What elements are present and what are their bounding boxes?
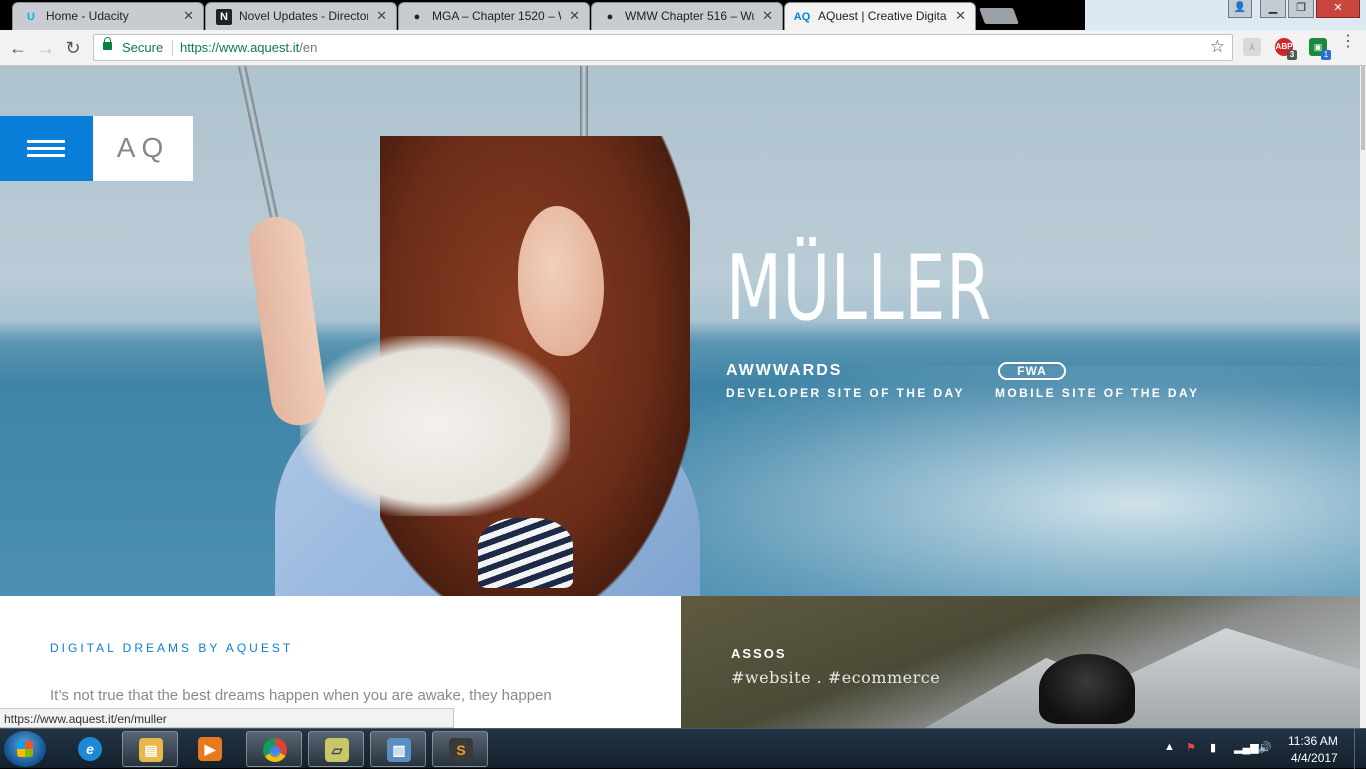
- tab-close-icon[interactable]: ✕: [955, 8, 966, 24]
- intro-text: It’s not true that the best dreams happe…: [50, 687, 552, 704]
- tab-udacity[interactable]: U Home - Udacity ✕: [12, 2, 204, 30]
- network-signal-icon[interactable]: ▂▄▆: [1234, 741, 1259, 754]
- taskbar-computer[interactable]: ▥: [370, 731, 426, 767]
- aquest-logo[interactable]: AQ: [93, 116, 193, 181]
- windows-logo-icon: [17, 741, 33, 757]
- lock-icon: [103, 37, 112, 50]
- web-page: MÜLLER AWWWARDS DEVELOPER SITE OF THE DA…: [0, 66, 1366, 728]
- tab-wmw-chapter[interactable]: ● WMW Chapter 516 – Wu ✕: [591, 2, 783, 30]
- taskbar-sticky-notes[interactable]: ▱: [308, 731, 364, 767]
- fwa-logo: FWA: [998, 362, 1066, 380]
- action-center-icon[interactable]: ⚑: [1186, 741, 1196, 754]
- taskbar-internet-explorer[interactable]: e: [62, 731, 118, 767]
- media-player-icon: ▶: [198, 737, 222, 761]
- adblock-plus-icon[interactable]: ABP 3: [1275, 38, 1297, 60]
- status-bar-url: https://www.aquest.it/en/muller: [0, 708, 454, 728]
- udacity-favicon-icon: U: [27, 11, 35, 23]
- internet-explorer-icon: e: [78, 737, 102, 761]
- scarf-image: [300, 336, 570, 516]
- taskbar-media-player[interactable]: ▶: [182, 731, 238, 767]
- arm-image: [245, 213, 330, 429]
- hamburger-line: [27, 140, 65, 143]
- taskbar-chrome[interactable]: ◉: [246, 731, 302, 767]
- tab-close-icon[interactable]: ✕: [376, 8, 387, 24]
- secure-label: Secure: [122, 40, 164, 55]
- address-bar[interactable]: Secure https://www.aquest.it/en ☆: [93, 34, 1233, 61]
- show-hidden-icons-icon[interactable]: ▲: [1164, 741, 1175, 753]
- mountain-image: [911, 628, 1360, 728]
- bookmark-star-icon[interactable]: ☆: [1210, 37, 1225, 57]
- aquest-favicon-icon: AQ: [793, 11, 811, 23]
- green-extension-badge: 1: [1321, 50, 1331, 60]
- tab-title: WMW Chapter 516 – Wu: [625, 9, 754, 23]
- show-desktop-button[interactable]: [1354, 729, 1366, 769]
- window-controls: ▁ ❐ ✕: [1258, 0, 1360, 20]
- awwwards-logo: AWWWARDS: [726, 362, 843, 379]
- hamburger-menu-button[interactable]: [0, 116, 93, 181]
- chrome-menu-icon[interactable]: ⋮: [1340, 34, 1356, 50]
- scrollbar-thumb[interactable]: [1361, 66, 1365, 150]
- taskbar-sublime-text[interactable]: S: [432, 731, 488, 767]
- tab-close-icon[interactable]: ✕: [569, 8, 580, 24]
- clock-date[interactable]: 4/4/2017: [1291, 751, 1338, 765]
- project-name: ASSOS: [731, 646, 787, 661]
- url-host: https://www.aquest.it: [180, 40, 300, 55]
- pdf-extension-icon[interactable]: ⅄: [1243, 38, 1261, 56]
- logo-text: AQ: [116, 132, 170, 163]
- novel-updates-favicon-icon: N: [216, 9, 232, 25]
- clock-time[interactable]: 11:36 AM: [1288, 734, 1338, 748]
- hero-title[interactable]: MÜLLER: [726, 244, 992, 334]
- chrome-icon: ◉: [263, 738, 287, 762]
- green-extension-icon[interactable]: ▣ 1: [1309, 38, 1331, 60]
- wuxiaworld-favicon-icon: ●: [606, 11, 614, 23]
- tab-close-icon[interactable]: ✕: [762, 8, 773, 24]
- windows-taskbar: e ▤ ▶ ◉ ▱ ▥ S ▲ ⚑ ▮ ▂▄▆ 🔊 11:36 AM 4/4/2…: [0, 728, 1366, 769]
- reload-icon[interactable]: ↻: [62, 37, 84, 59]
- computer-icon: ▥: [387, 738, 411, 762]
- maximize-button[interactable]: ❐: [1288, 0, 1314, 18]
- bikini-image: [478, 518, 573, 588]
- tab-title: Home - Udacity: [46, 9, 129, 23]
- url-text[interactable]: https://www.aquest.it/en: [180, 40, 317, 55]
- start-button[interactable]: [4, 731, 46, 767]
- back-arrow-icon[interactable]: ←: [7, 37, 29, 59]
- volume-icon[interactable]: 🔊: [1258, 741, 1272, 754]
- tab-aquest[interactable]: AQ AQuest | Creative Digital ✕: [784, 2, 976, 30]
- tab-mga-chapter[interactable]: ● MGA – Chapter 1520 – W ✕: [398, 2, 590, 30]
- sea-sparkle: [620, 366, 1360, 596]
- tab-title: MGA – Chapter 1520 – W: [432, 9, 561, 23]
- tab-title: Novel Updates - Director: [239, 9, 368, 23]
- forward-arrow-icon[interactable]: →: [35, 37, 57, 59]
- awwwards-award-text: DEVELOPER SITE OF THE DAY: [726, 386, 965, 400]
- power-icon[interactable]: ▮: [1210, 741, 1216, 754]
- project-card-assos[interactable]: ASSOS #website . #ecommerce: [681, 596, 1360, 728]
- page-scrollbar[interactable]: [1360, 66, 1366, 728]
- hero-banner[interactable]: MÜLLER AWWWARDS DEVELOPER SITE OF THE DA…: [0, 66, 1360, 596]
- adblock-badge: 3: [1287, 50, 1297, 60]
- new-tab-button[interactable]: [979, 8, 1019, 24]
- wuxiaworld-favicon-icon: ●: [413, 11, 421, 23]
- hamburger-line: [27, 154, 65, 157]
- user-profile-icon[interactable]: 👤: [1228, 0, 1252, 18]
- intro-title: DIGITAL DREAMS BY AQUEST: [50, 641, 294, 655]
- tab-close-icon[interactable]: ✕: [183, 8, 194, 24]
- file-explorer-icon: ▤: [139, 738, 163, 762]
- browser-toolbar: ← → ↻ Secure https://www.aquest.it/en ☆ …: [0, 30, 1366, 66]
- sublime-text-icon: S: [449, 738, 473, 762]
- address-separator: [172, 40, 173, 56]
- cyclist-helmet-image: [1039, 654, 1135, 724]
- tab-title: AQuest | Creative Digital: [818, 9, 947, 23]
- tab-strip: U Home - Udacity ✕ N Novel Updates - Dir…: [0, 0, 1366, 30]
- project-tags: #website . #ecommerce: [731, 668, 941, 687]
- tab-novel-updates[interactable]: N Novel Updates - Director ✕: [205, 2, 397, 30]
- close-window-button[interactable]: ✕: [1316, 0, 1360, 18]
- fwa-award-text: MOBILE SITE OF THE DAY: [995, 386, 1200, 400]
- taskbar-file-explorer[interactable]: ▤: [122, 731, 178, 767]
- url-path: /en: [299, 40, 318, 55]
- hamburger-line: [27, 147, 65, 150]
- sticky-notes-icon: ▱: [325, 738, 349, 762]
- minimize-button[interactable]: ▁: [1260, 0, 1286, 18]
